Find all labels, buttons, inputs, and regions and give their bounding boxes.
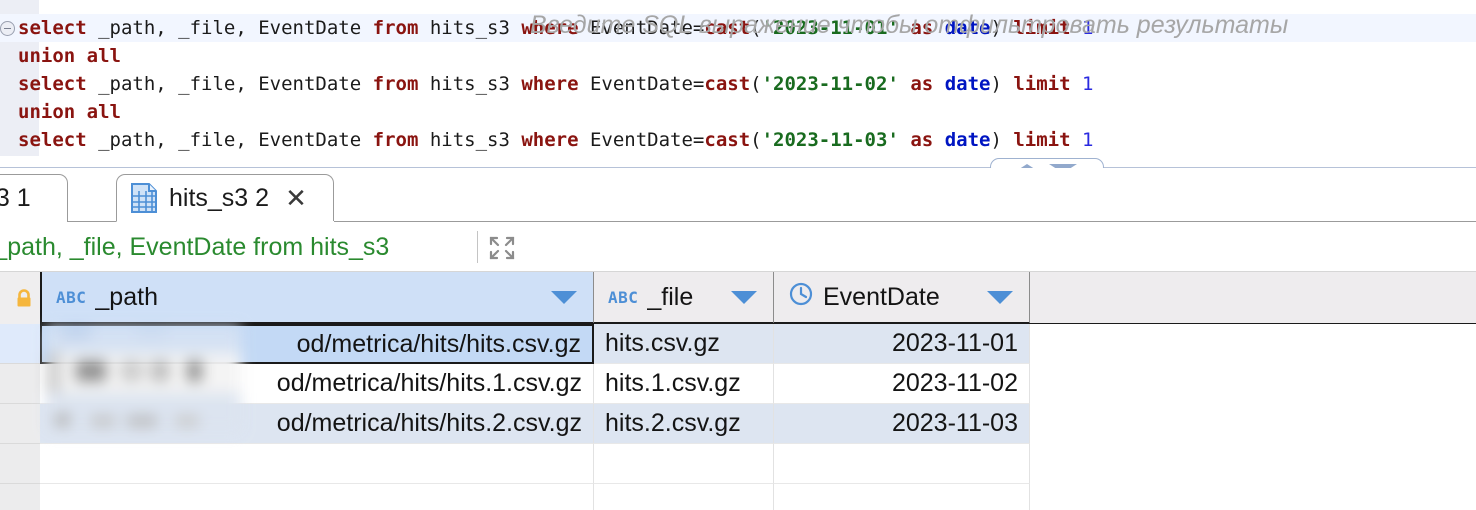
table-row[interactable] bbox=[0, 484, 1476, 510]
grid-header-row: ABC _path ABC _file EventDate bbox=[0, 272, 1476, 324]
tab-label: hits_s3 2 bbox=[169, 183, 270, 212]
filter-input-placeholder[interactable]: Введите SQL выражение чтобы отфильтроват… bbox=[530, 11, 1288, 40]
table-row[interactable]: оd/metrica/hits/hits.csv.gz hits.csv.gz 20… bbox=[0, 324, 1476, 364]
cell-file[interactable]: hits.1.csv.gz bbox=[594, 364, 774, 404]
chevron-down-icon[interactable] bbox=[551, 290, 577, 304]
code-text: select _path, _file, EventDate from hits… bbox=[18, 129, 1094, 151]
cell-file[interactable] bbox=[594, 484, 774, 510]
lock-icon bbox=[13, 288, 35, 315]
close-icon[interactable]: ✕ bbox=[285, 185, 307, 211]
column-header-label: _path bbox=[95, 282, 158, 311]
column-header-label: _file bbox=[647, 282, 694, 311]
result-grid[interactable]: ABC _path ABC _file EventDate оd/metrica/hit… bbox=[0, 272, 1476, 510]
active-tab-underline-mask bbox=[117, 221, 334, 223]
expand-arrows-icon[interactable] bbox=[487, 234, 517, 262]
cell-text: hits.2.csv.gz bbox=[605, 409, 741, 437]
column-header-label: EventDate bbox=[823, 282, 940, 311]
code-fold-icon[interactable] bbox=[0, 21, 15, 36]
cell-text: оd/metrica/hits/hits.2.csv.gz bbox=[276, 409, 582, 437]
result-filter-bar: ect _path, _file, EventDate from hits_s3 bbox=[0, 222, 1476, 272]
cell-text: 2023-11-03 bbox=[891, 409, 1018, 437]
cell-EventDate[interactable] bbox=[774, 484, 1030, 510]
table-row[interactable]: оd/metrica/hits/hits.2.csv.gz hits.2.csv.… bbox=[0, 404, 1476, 444]
tab-hits-s3-2[interactable]: hits_s3 2 ✕ bbox=[116, 174, 334, 222]
app-root: 1920select _path, _file, EventDate from … bbox=[0, 0, 1476, 510]
filter-divider bbox=[477, 231, 478, 263]
code-text: union all bbox=[18, 101, 121, 123]
cell-text: hits.csv.gz bbox=[605, 329, 720, 357]
abc-type-icon: ABC bbox=[56, 287, 87, 307]
result-tab-bar: s_s3 1 hits_s3 2 ✕ bbox=[0, 168, 1476, 223]
cell-text: hits.1.csv.gz bbox=[605, 369, 741, 397]
filter-query-text[interactable]: ect _path, _file, EventDate from hits_s3 bbox=[0, 233, 389, 262]
row-header-cell[interactable] bbox=[0, 364, 40, 404]
chevron-down-icon[interactable] bbox=[987, 290, 1013, 304]
cell-EventDate[interactable]: 2023-11-02 bbox=[774, 364, 1030, 404]
cell-file[interactable]: hits.csv.gz bbox=[594, 324, 774, 364]
row-header-cell[interactable] bbox=[0, 404, 40, 444]
row-header-cell[interactable] bbox=[0, 484, 40, 510]
abc-type-icon: ABC bbox=[608, 287, 639, 307]
code-text: union all bbox=[18, 45, 121, 67]
cell-path[interactable] bbox=[40, 444, 594, 484]
editor-line[interactable]: 24select _path, _file, EventDate from hi… bbox=[0, 126, 1476, 154]
cell-EventDate[interactable]: 2023-11-01 bbox=[774, 324, 1030, 364]
table-grid-icon bbox=[131, 183, 157, 213]
cell-path[interactable] bbox=[40, 484, 594, 510]
column-header-file[interactable]: ABC _file bbox=[594, 272, 774, 324]
editor-line[interactable]: 25 bbox=[0, 154, 1476, 156]
editor-line[interactable]: 21union all bbox=[0, 42, 1476, 70]
cell-path[interactable]: оd/metrica/hits/hits.1.csv.gz bbox=[40, 364, 594, 404]
grid-header-separator bbox=[40, 323, 1476, 324]
table-row[interactable] bbox=[0, 444, 1476, 484]
cell-text: 2023-11-02 bbox=[891, 369, 1018, 397]
code-text: select _path, _file, EventDate from hits… bbox=[18, 73, 1094, 95]
chevron-down-icon[interactable] bbox=[731, 290, 757, 304]
cell-path[interactable]: оd/metrica/hits/hits.csv.gz bbox=[40, 324, 594, 364]
editor-line[interactable]: 23union all bbox=[0, 98, 1476, 126]
cell-file[interactable] bbox=[594, 444, 774, 484]
cell-text: 2023-11-01 bbox=[891, 329, 1018, 357]
row-header-cell[interactable] bbox=[0, 444, 40, 484]
cell-path[interactable]: оd/metrica/hits/hits.2.csv.gz bbox=[40, 404, 594, 444]
editor-line[interactable]: 22select _path, _file, EventDate from hi… bbox=[0, 70, 1476, 98]
tab-label: s_s3 1 bbox=[0, 184, 31, 212]
cell-EventDate[interactable]: 2023-11-03 bbox=[774, 404, 1030, 444]
cell-text: оd/metrica/hits/hits.csv.gz bbox=[296, 329, 581, 358]
row-header-cell[interactable] bbox=[0, 324, 40, 364]
cell-text: оd/metrica/hits/hits.1.csv.gz bbox=[276, 369, 582, 397]
row-header-corner bbox=[0, 272, 40, 324]
column-header-EventDate[interactable]: EventDate bbox=[774, 272, 1030, 324]
cell-EventDate[interactable] bbox=[774, 444, 1030, 484]
column-header-path[interactable]: ABC _path bbox=[40, 272, 594, 324]
tab-hits-s3-1[interactable]: s_s3 1 bbox=[0, 174, 68, 222]
clock-icon bbox=[788, 281, 814, 314]
cell-file[interactable]: hits.2.csv.gz bbox=[594, 404, 774, 444]
table-row[interactable]: оd/metrica/hits/hits.1.csv.gz hits.1.csv.… bbox=[0, 364, 1476, 404]
